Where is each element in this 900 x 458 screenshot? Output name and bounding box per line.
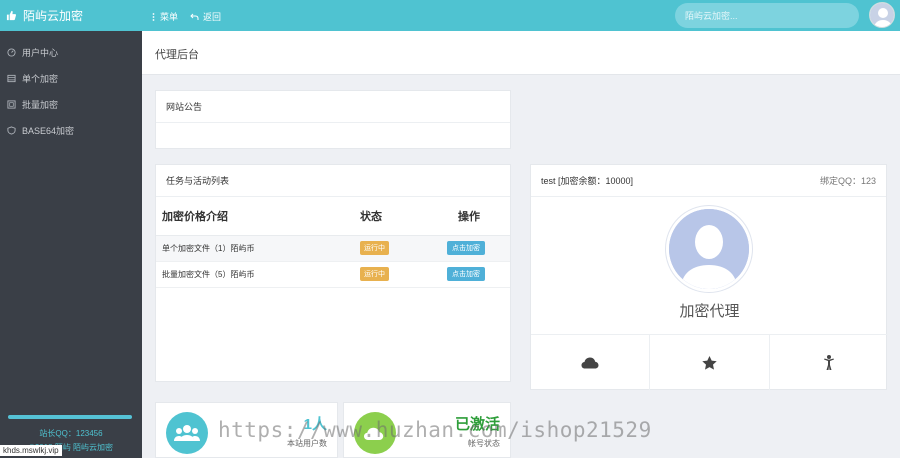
stat-users-badge xyxy=(166,412,208,454)
sidebar-item-label: 单个加密 xyxy=(22,73,59,84)
top-header: 菜单 返回 xyxy=(142,0,900,31)
star-action[interactable] xyxy=(650,335,770,390)
users-icon xyxy=(174,425,200,441)
page-title: 代理后台 xyxy=(155,49,199,61)
profile-actions xyxy=(531,334,888,390)
search-input[interactable] xyxy=(675,3,859,28)
profile-avatar xyxy=(666,206,752,292)
profile-header: test [加密余额：10000] 绑定QQ：123 xyxy=(531,165,886,197)
brand[interactable]: 陌屿云加密 xyxy=(0,0,142,31)
undo-icon xyxy=(190,13,199,20)
gauge-icon xyxy=(7,47,16,57)
row-description: 单个加密文件（1）陌屿币 xyxy=(156,235,354,262)
encrypt-button[interactable]: 点击加密 xyxy=(447,241,485,255)
table-row: 批量加密文件（5）陌屿币 运行中 点击加密 xyxy=(156,261,510,288)
star-icon xyxy=(702,355,717,370)
tasks-title: 任务与活动列表 xyxy=(156,165,510,197)
sidebar-item-single-encrypt[interactable]: 单个加密 xyxy=(0,65,142,91)
profile-user-balance: test [加密余额：10000] xyxy=(541,176,634,186)
shield-icon xyxy=(7,125,16,135)
status-url: khds.mswlkj.vip xyxy=(0,445,62,456)
column-header: 加密价格介绍 xyxy=(156,197,354,236)
person-icon xyxy=(823,355,834,370)
profile-panel: test [加密余额：10000] 绑定QQ：123 加密代理 xyxy=(530,164,888,390)
user-avatar[interactable] xyxy=(869,2,895,28)
sidebar-item-label: 用户中心 xyxy=(22,47,59,58)
menu-label: 菜单 xyxy=(160,12,179,22)
page-title-bar: 代理后台 xyxy=(142,31,900,75)
grid-icon xyxy=(7,99,16,109)
sidebar-item-user-center[interactable]: 用户中心 xyxy=(0,39,142,65)
row-status-cell: 运行中 xyxy=(354,261,422,288)
sidebar-progress-bar xyxy=(8,415,132,419)
thumbs-up-icon xyxy=(6,10,17,21)
back-button[interactable]: 返回 xyxy=(190,10,221,23)
notice-title: 网站公告 xyxy=(156,91,510,123)
brand-name: 陌屿云加密 xyxy=(23,9,84,23)
menu-dots-icon xyxy=(152,12,155,21)
notice-panel: 网站公告 xyxy=(155,90,511,149)
sidebar-item-label: BASE64加密 xyxy=(22,125,75,136)
user-silhouette-icon xyxy=(669,209,749,289)
list-icon xyxy=(7,74,16,82)
table-row: 单个加密文件（1）陌屿币 运行中 点击加密 xyxy=(156,235,510,262)
row-status-cell: 运行中 xyxy=(354,235,422,262)
back-label: 返回 xyxy=(203,12,222,22)
sidebar-item-base64-encrypt[interactable]: BASE64加密 xyxy=(0,117,142,143)
sidebar: 陌屿云加密 用户中心 单个加密 批量加密 BASE64加密 站长QQ：12345… xyxy=(0,0,142,458)
profile-bound-qq: 绑定QQ：123 xyxy=(819,176,876,186)
profile-role: 加密代理 xyxy=(679,303,740,320)
sidebar-item-batch-encrypt[interactable]: 批量加密 xyxy=(0,91,142,117)
row-action-cell: 点击加密 xyxy=(422,235,510,262)
column-header: 操作 xyxy=(422,197,510,236)
sidebar-qq: 站长QQ：123456 xyxy=(39,429,103,438)
row-action-cell: 点击加密 xyxy=(422,261,510,288)
menu-button[interactable]: 菜单 xyxy=(152,10,178,23)
sidebar-item-label: 批量加密 xyxy=(22,99,59,110)
table-header-row: 加密价格介绍 状态 操作 xyxy=(156,197,510,236)
column-header: 状态 xyxy=(354,197,422,236)
cloud-icon xyxy=(581,357,599,368)
person-action[interactable] xyxy=(770,335,888,390)
sidebar-nav: 用户中心 单个加密 批量加密 BASE64加密 xyxy=(0,39,142,143)
cloud-action[interactable] xyxy=(531,335,651,390)
watermark: https://www.huzhan.com/ishop21529 xyxy=(218,418,652,442)
price-table: 加密价格介绍 状态 操作 单个加密文件（1）陌屿币 运行中 点击加密 批量加密文… xyxy=(156,197,510,288)
status-badge: 运行中 xyxy=(360,267,389,281)
tasks-panel: 任务与活动列表 加密价格介绍 状态 操作 单个加密文件（1）陌屿币 运行中 点击… xyxy=(155,164,511,382)
user-icon xyxy=(870,3,894,27)
row-description: 批量加密文件（5）陌屿币 xyxy=(156,261,354,288)
status-badge: 运行中 xyxy=(360,241,389,255)
encrypt-button[interactable]: 点击加密 xyxy=(447,267,485,281)
